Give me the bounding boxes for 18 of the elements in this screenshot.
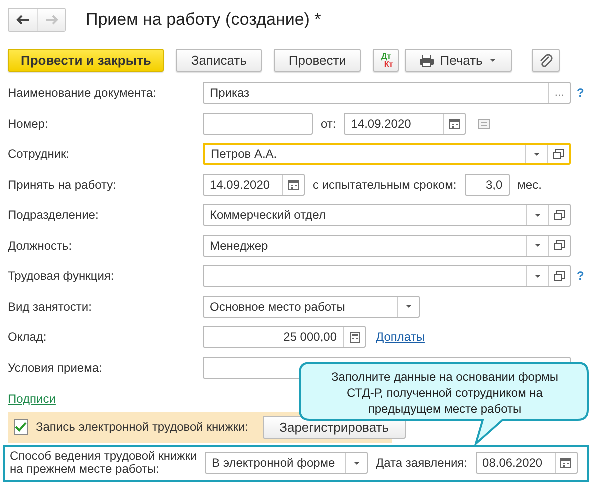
field-label: Вид занятости:: [8, 300, 93, 314]
unit-label: мес.: [518, 178, 542, 192]
field-label: Трудовая функция:: [8, 269, 116, 283]
field-label: Условия приема:: [8, 360, 104, 374]
field-label: Сотрудник:: [8, 147, 71, 161]
field-label: Дата заявления:: [376, 456, 468, 470]
window-title: Прием на работу (создание) *: [86, 10, 322, 30]
field-label: Наименование документа:: [8, 86, 158, 100]
field-label: Подразделение:: [8, 208, 100, 222]
callout-text: Заполните данные на основании формы СТД-Р, полученной сотрудником на предыдущем месте работы: [330, 369, 560, 417]
field-label: Оклад:: [8, 330, 48, 344]
checkbox-label: Запись электронной трудовой книжки:: [36, 420, 249, 434]
field-label: Принять на работу:: [8, 178, 118, 192]
field-label: Способ ведения трудовой книжки на прежнем месте работы:: [10, 450, 198, 476]
field-label: с испытательным сроком:: [313, 178, 457, 192]
field-label: Номер:: [8, 116, 50, 130]
field-label: от:: [321, 116, 336, 130]
field-label: Должность:: [8, 238, 74, 252]
